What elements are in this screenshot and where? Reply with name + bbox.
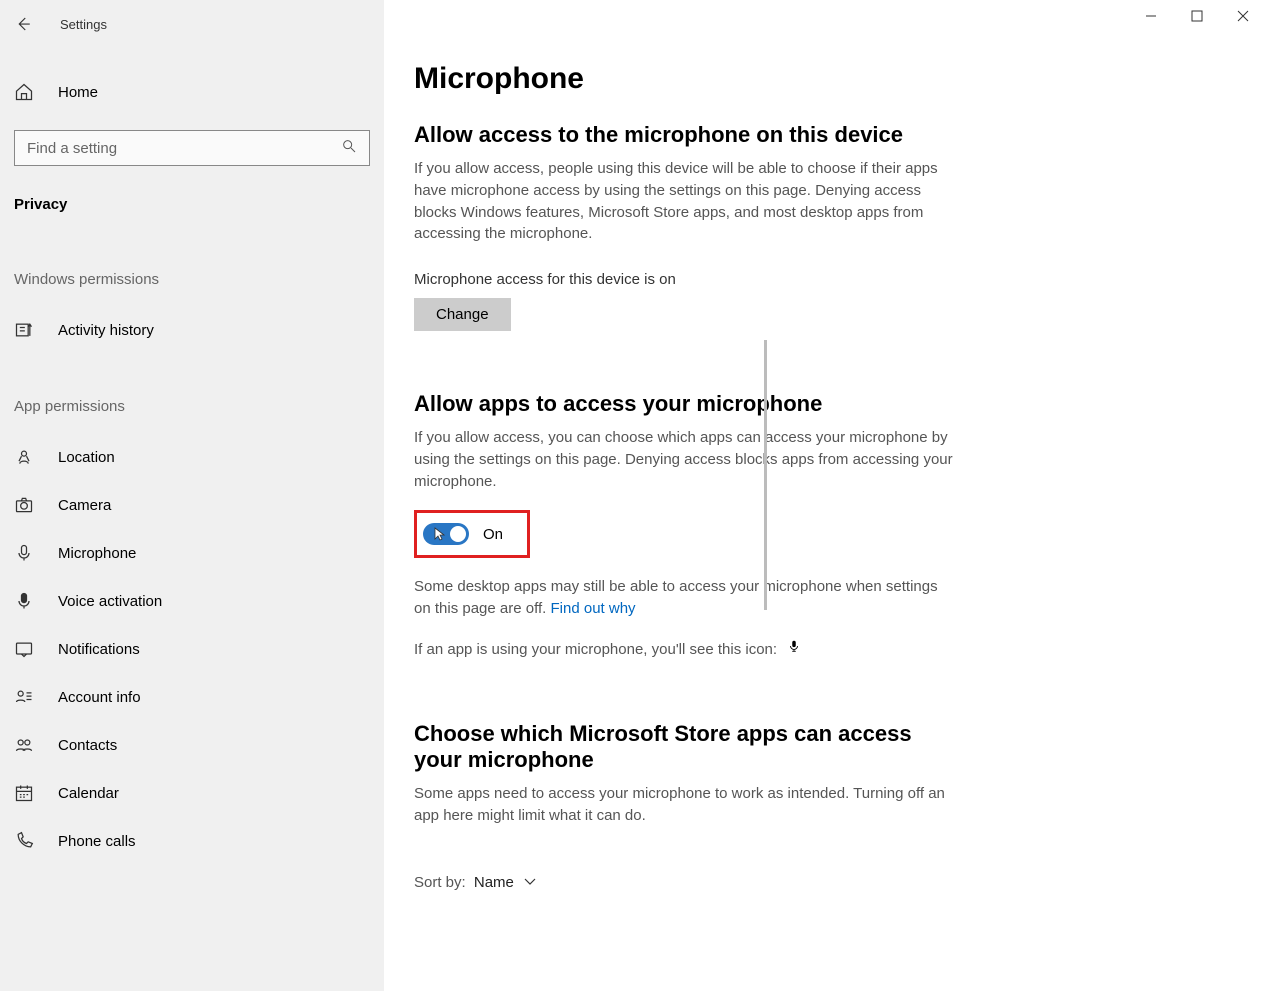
calendar-icon — [14, 783, 34, 803]
home-label: Home — [58, 84, 98, 101]
sidebar-item-label: Microphone — [58, 545, 136, 562]
voice-icon — [14, 591, 34, 611]
minimize-button[interactable] — [1128, 0, 1174, 32]
contacts-icon — [14, 735, 34, 755]
sidebar: Settings Home Privacy Windows permission… — [0, 0, 384, 991]
current-category: Privacy — [0, 182, 384, 227]
section3-heading: Choose which Microsoft Store apps can ac… — [414, 721, 954, 773]
sidebar-item-activity-history[interactable]: Activity history — [0, 306, 384, 354]
cursor-icon — [434, 527, 448, 541]
window-controls — [1128, 0, 1266, 32]
camera-icon — [14, 495, 34, 515]
sidebar-item-label: Voice activation — [58, 593, 162, 610]
apps-access-toggle[interactable] — [423, 523, 469, 545]
sidebar-item-label: Notifications — [58, 641, 140, 658]
sidebar-item-label: Location — [58, 449, 115, 466]
section1-heading: Allow access to the microphone on this d… — [414, 122, 1266, 148]
sidebar-item-location[interactable]: Location — [0, 433, 384, 481]
page-title: Microphone — [414, 62, 1266, 96]
search-input[interactable] — [27, 140, 341, 157]
phone-icon — [14, 831, 34, 851]
section2-note: Some desktop apps may still be able to a… — [414, 576, 954, 620]
toggle-highlight-box: On — [414, 510, 530, 558]
close-button[interactable] — [1220, 0, 1266, 32]
maximize-button[interactable] — [1174, 0, 1220, 32]
mic-usage-icon-note: If an app is using your microphone, you'… — [414, 638, 954, 661]
section2-heading: Allow apps to access your microphone — [414, 391, 1266, 417]
sidebar-item-voice-activation[interactable]: Voice activation — [0, 577, 384, 625]
find-out-why-link[interactable]: Find out why — [551, 600, 636, 617]
titlebar: Settings — [0, 8, 384, 40]
notifications-icon — [14, 639, 34, 659]
home-nav[interactable]: Home — [0, 72, 384, 112]
group-app-permissions: App permissions — [0, 398, 384, 415]
microphone-icon — [14, 543, 34, 563]
sidebar-item-label: Activity history — [58, 322, 154, 339]
home-icon — [14, 82, 34, 102]
sidebar-item-label: Phone calls — [58, 833, 136, 850]
sidebar-item-phone-calls[interactable]: Phone calls — [0, 817, 384, 865]
main-content: Microphone Allow access to the microphon… — [384, 0, 1266, 991]
search-box[interactable] — [14, 130, 370, 166]
group-windows-permissions: Windows permissions — [0, 271, 384, 288]
scrollbar[interactable] — [764, 340, 767, 610]
change-button[interactable]: Change — [414, 298, 511, 331]
sidebar-item-label: Account info — [58, 689, 141, 706]
device-access-status: Microphone access for this device is on — [414, 271, 1266, 288]
section3-description: Some apps need to access your microphone… — [414, 783, 954, 827]
location-icon — [14, 447, 34, 467]
sort-by-row[interactable]: Sort by: Name — [414, 874, 1266, 891]
back-button[interactable] — [14, 15, 32, 33]
sidebar-item-label: Camera — [58, 497, 111, 514]
sidebar-item-label: Calendar — [58, 785, 119, 802]
sidebar-item-notifications[interactable]: Notifications — [0, 625, 384, 673]
search-icon — [341, 138, 357, 159]
app-title: Settings — [60, 17, 107, 32]
activity-history-icon — [14, 320, 34, 340]
sort-value: Name — [474, 874, 514, 891]
microphone-indicator-icon — [787, 641, 801, 658]
section1-description: If you allow access, people using this d… — [414, 158, 954, 245]
sidebar-item-contacts[interactable]: Contacts — [0, 721, 384, 769]
sidebar-item-calendar[interactable]: Calendar — [0, 769, 384, 817]
sidebar-item-camera[interactable]: Camera — [0, 481, 384, 529]
sidebar-item-microphone[interactable]: Microphone — [0, 529, 384, 577]
sort-label: Sort by: — [414, 874, 466, 891]
account-info-icon — [14, 687, 34, 707]
sidebar-item-label: Contacts — [58, 737, 117, 754]
section2-description: If you allow access, you can choose whic… — [414, 427, 954, 492]
sidebar-item-account-info[interactable]: Account info — [0, 673, 384, 721]
toggle-knob — [450, 526, 466, 542]
toggle-state-label: On — [483, 526, 503, 543]
chevron-down-icon — [524, 874, 536, 891]
